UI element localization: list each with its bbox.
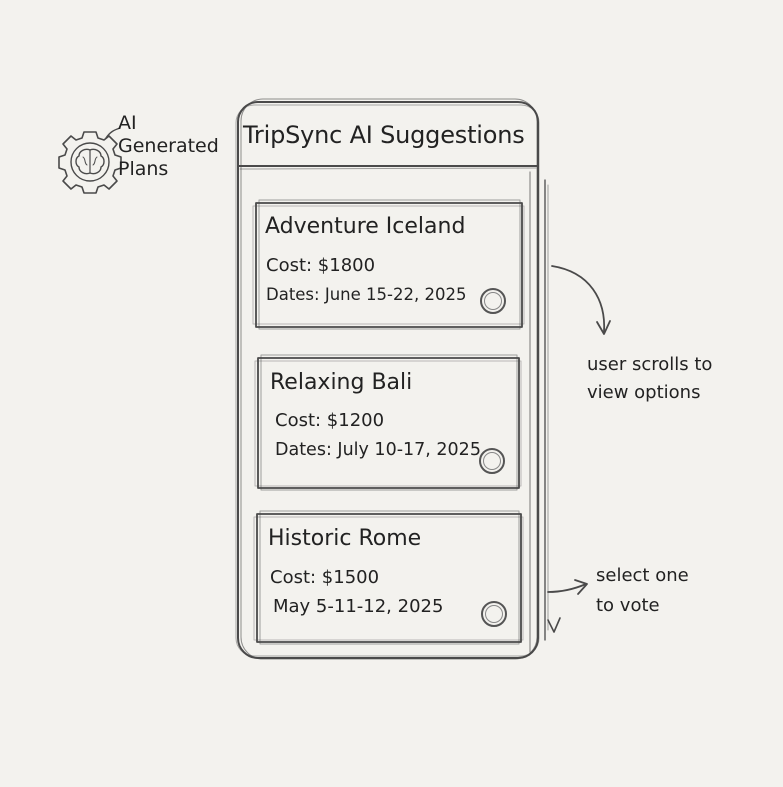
card-2-vote-radio[interactable] [479,448,505,474]
scroll-note-line1: user scrolls to [587,354,713,375]
ai-label-line1: AI [118,112,137,134]
card-3-dates: May 5-11-12, 2025 [273,596,444,617]
scroll-note-line2: view options [587,382,701,403]
vote-annotation: select one to vote [596,561,689,621]
scroll-down-arrow-icon [547,617,561,633]
brain-gear-icon [58,127,122,194]
card-2-title: Relaxing Bali [270,370,413,395]
card-1-title: Adventure Iceland [265,214,466,239]
scroll-annotation: user scrolls to view options [587,351,712,407]
ai-generated-plans-label: AI Generated Plans [118,112,219,181]
card-1-vote-radio[interactable] [480,288,506,314]
vote-arrow-icon [547,579,588,595]
card-2-dates: Dates: July 10-17, 2025 [275,440,481,460]
vote-note-line2: to vote [596,595,660,616]
card-3-vote-radio[interactable] [481,601,507,627]
card-2-cost: Cost: $1200 [275,410,385,431]
scroll-arrow-icon [551,265,611,335]
page-title: TripSync AI Suggestions [243,121,525,149]
vote-note-line1: select one [596,565,689,586]
card-1-cost: Cost: $1800 [266,255,376,276]
card-3-title: Historic Rome [268,526,422,551]
header-divider [237,165,539,170]
ai-label-line3: Plans [118,158,169,180]
card-1-dates: Dates: June 15-22, 2025 [266,285,467,304]
card-3-cost: Cost: $1500 [270,567,380,588]
ai-label-line2: Generated [118,135,219,157]
